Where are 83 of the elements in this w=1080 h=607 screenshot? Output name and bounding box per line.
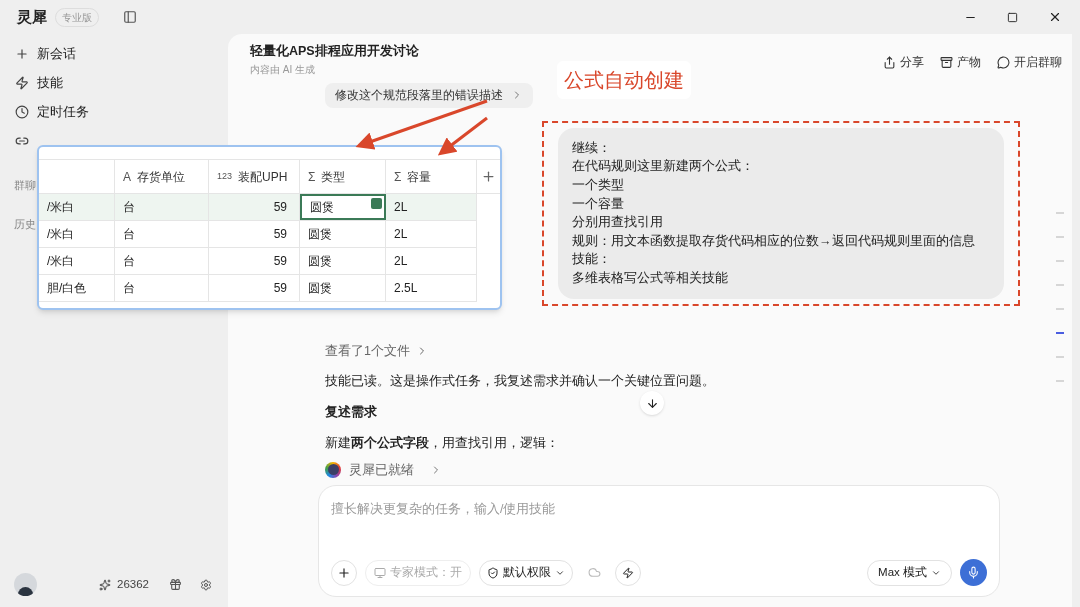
microphone-icon	[967, 566, 980, 580]
table-cell: 2L	[386, 194, 477, 220]
column-header: 存货单位	[137, 168, 185, 186]
header-action[interactable]: 开启群聊	[997, 48, 1062, 77]
table-cell: 台	[115, 221, 209, 247]
microphone-button[interactable]	[960, 559, 987, 587]
column-type-icon: A	[123, 167, 131, 186]
table-row[interactable]: /米白 台 59 圆煲 2L	[39, 194, 477, 221]
reply-heading: 复述需求	[325, 404, 378, 421]
conversation-title: 轻量化APS排程应用开发讨论	[250, 42, 419, 60]
lightning-icon	[622, 566, 634, 579]
sidebar-item[interactable]: 定时任务	[37, 102, 89, 122]
table-cell: 台	[115, 194, 209, 220]
table-cell: 59	[209, 275, 300, 301]
column-header: 容量	[407, 168, 432, 186]
status-text: 灵犀已就绪	[349, 461, 414, 479]
table-cell: 台	[115, 275, 209, 301]
plus-icon[interactable]	[15, 47, 29, 61]
scroll-down-button[interactable]	[640, 391, 664, 415]
table-row[interactable]: 胆/白色 台 59 圆煲 2.5L	[39, 275, 477, 302]
sidebar-toggle-icon[interactable]	[123, 10, 137, 24]
arrow-down-icon	[645, 396, 659, 410]
shield-icon	[487, 566, 499, 579]
table-cell: 胆/白色	[39, 275, 115, 301]
table-cell: 圆煲	[300, 275, 386, 301]
chat-icon	[997, 55, 1010, 69]
outline-marker[interactable]	[1056, 236, 1064, 238]
outline-marker[interactable]	[1056, 356, 1064, 358]
section-label: 历史	[14, 216, 37, 232]
share-icon	[883, 55, 896, 69]
table-cell: /米白	[39, 194, 115, 220]
table-cell: 2.5L	[386, 275, 477, 301]
gift-icon[interactable]	[169, 578, 182, 591]
suggestion-chip[interactable]: 修改这个规范段落里的错误描述	[325, 82, 533, 108]
message-input[interactable]: 擅长解决更复杂的任务，输入/使用技能	[331, 500, 987, 519]
reply-text: 新建两个公式字段，用查找引用，逻辑：	[325, 434, 560, 452]
column-type-icon: Σ	[308, 167, 316, 186]
column-header: 类型	[321, 168, 346, 186]
settings-icon[interactable]	[200, 578, 212, 591]
table-cell: /米白	[39, 221, 115, 247]
sidebar-item[interactable]: 新会话	[37, 44, 76, 64]
reply-text: 技能已读。这是操作式任务，我复述需求并确认一个关键位置问题。	[325, 373, 716, 391]
user-message: 继续： 在代码规则这里新建两个公式： 一个类型 一个容量 分别用查找引用 规则：用文本函数提取存货代码相应的位数→返回代码规则里面的信息 技能： 多维表格写公式等相关技能	[558, 127, 1004, 299]
table-row[interactable]: /米白 台 59 圆煲 2L	[39, 248, 477, 275]
maximize-icon[interactable]	[1007, 11, 1018, 23]
table-cell: 2L	[386, 248, 477, 274]
add-column-icon[interactable]	[481, 169, 496, 184]
column-type-icon: 123	[217, 169, 233, 184]
outline-marker[interactable]	[1056, 380, 1064, 382]
table-cell: 圆煲	[300, 248, 386, 274]
table-row[interactable]: /米白 台 59 圆煲 2L	[39, 221, 477, 248]
avatar[interactable]	[14, 573, 37, 596]
clock-icon[interactable]	[15, 105, 29, 119]
ai-note: 内容由 AI 生成	[250, 62, 316, 77]
column-type-icon: Σ	[394, 167, 402, 186]
app-name: 灵犀	[17, 6, 47, 27]
table-cell: 59	[209, 248, 300, 274]
table-cell: 圆煲	[300, 221, 386, 247]
header-action[interactable]: 分享	[883, 48, 924, 77]
lightning-icon[interactable]	[15, 76, 29, 90]
outline-marker[interactable]	[1056, 284, 1064, 286]
outline-marker[interactable]	[1056, 308, 1064, 310]
sparkle-icon	[99, 578, 111, 591]
outline-marker[interactable]	[1056, 212, 1064, 214]
credits-button[interactable]: 26362	[93, 573, 155, 596]
box-icon	[940, 55, 953, 69]
annotation-label: 公式自动创建	[557, 61, 691, 99]
plus-icon	[337, 565, 351, 580]
cloud-icon	[587, 566, 601, 580]
outline-marker[interactable]	[1056, 332, 1064, 334]
table-cell: 2L	[386, 221, 477, 247]
monitor-icon	[374, 566, 386, 579]
outline-marker[interactable]	[1056, 260, 1064, 262]
column-header: 装配UPH	[238, 168, 288, 186]
table-cell: 59	[209, 221, 300, 247]
assistant-logo-icon	[325, 461, 341, 478]
close-icon[interactable]	[1048, 10, 1062, 24]
sidebar-item[interactable]: 技能	[37, 73, 63, 93]
table-cell: /米白	[39, 248, 115, 274]
table-cell: 圆煲	[300, 194, 386, 220]
link-icon[interactable]	[15, 134, 29, 148]
header-action[interactable]: 产物	[940, 48, 981, 77]
table-cell: 台	[115, 248, 209, 274]
